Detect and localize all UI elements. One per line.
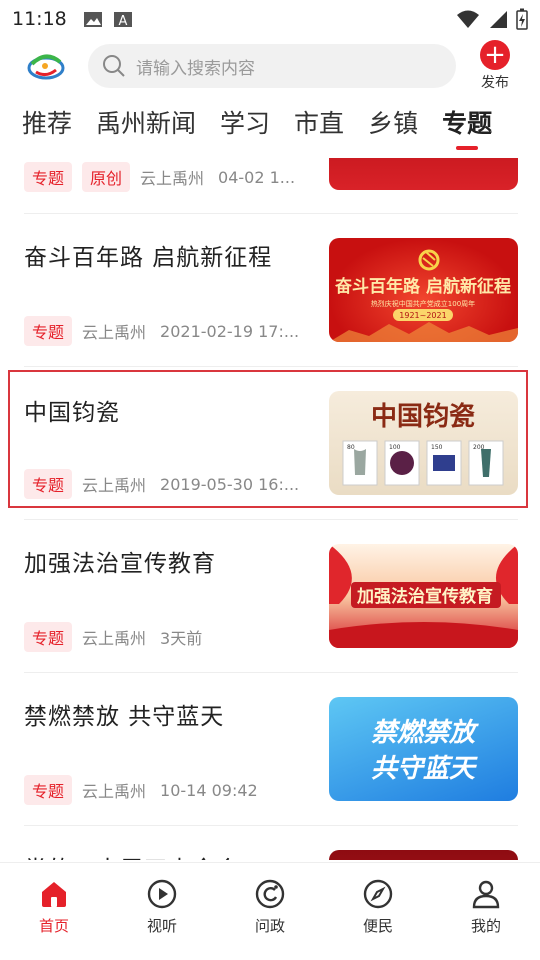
- home-icon: [42, 882, 66, 907]
- item-meta: 专题 云上禹州 2021-02-19 17:...: [24, 316, 299, 346]
- list-item[interactable]: 奋斗百年路 启航新征程 专题 云上禹州 2021-02-19 17:... 奋斗…: [24, 214, 518, 367]
- tab-label: 专题: [442, 109, 493, 138]
- image-notification-icon: [83, 11, 102, 27]
- a-notification-icon: A: [113, 11, 132, 28]
- tab-label: 禹州新闻: [96, 109, 197, 138]
- topic-tag: 专题: [24, 162, 73, 192]
- item-title: 禁燃禁放 共守蓝天: [24, 704, 225, 730]
- item-meta: 专题 云上禹州 3天前: [24, 622, 202, 652]
- item-title: 奋斗百年路 启航新征程: [24, 245, 273, 271]
- item-title: 加强法治宣传教育: [24, 551, 216, 577]
- tab-label: 学习: [220, 109, 271, 138]
- tab-city[interactable]: 市直: [294, 98, 344, 140]
- tab-recommend[interactable]: 推荐: [22, 98, 72, 140]
- item-time: 3天前: [160, 629, 203, 648]
- app-logo[interactable]: [26, 46, 66, 86]
- list-item[interactable]: 专题 原创 云上禹州 04-02 1...: [24, 158, 518, 214]
- nav-label: 我的: [470, 917, 501, 935]
- item-thumbnail: 禁燃禁放 共守蓝天: [329, 697, 518, 801]
- bottom-nav: 首页 视听 问政 便民 我的: [0, 862, 540, 960]
- nav-label: 问政: [254, 917, 285, 935]
- item-source: 云上禹州: [82, 629, 147, 648]
- nav-services[interactable]: 便民: [324, 863, 432, 960]
- item-meta: 专题 云上禹州 10-14 09:42: [24, 775, 258, 805]
- wifi-icon: [457, 10, 479, 28]
- nav-label: 首页: [38, 917, 69, 935]
- item-source: 云上禹州: [82, 782, 147, 801]
- topic-tag: 专题: [24, 316, 73, 346]
- nav-audiovisual[interactable]: 视听: [108, 863, 216, 960]
- signal-icon: [490, 11, 507, 28]
- tab-yuzhou-news[interactable]: 禹州新闻: [96, 98, 196, 140]
- tab-label: 市直: [294, 109, 345, 138]
- selection-highlight: [8, 370, 528, 508]
- publish-label: 发布: [481, 75, 509, 91]
- question-icon: [255, 879, 285, 909]
- active-tab-indicator: [456, 146, 479, 150]
- status-time: 11:18: [12, 8, 67, 30]
- svg-text:A: A: [118, 14, 127, 28]
- thumb-headline: 奋斗百年路 启航新征程: [334, 276, 511, 297]
- item-source: 云上禹州: [82, 323, 147, 342]
- search-icon: [103, 55, 125, 77]
- item-thumbnail: 奋斗百年路 启航新征程 热烈庆祝中国共产党成立100周年 1921~2021: [329, 238, 518, 342]
- original-tag: 原创: [82, 162, 131, 192]
- search-bar[interactable]: 请输入搜索内容: [88, 44, 456, 88]
- item-meta: 专题 原创 云上禹州 04-02 1...: [24, 162, 295, 192]
- thumb-headline-2: 共守蓝天: [371, 754, 478, 784]
- thumb-years: 1921~2021: [399, 311, 446, 320]
- item-time: 2021-02-19 17:...: [160, 321, 300, 341]
- play-icon: [147, 879, 177, 909]
- status-bar: 11:18 A: [0, 0, 540, 38]
- list-item[interactable]: 党的二十届四中全会: [24, 826, 518, 860]
- tab-label: 推荐: [22, 109, 73, 138]
- user-icon: [472, 880, 500, 909]
- item-title: 党的二十届四中全会: [24, 850, 240, 860]
- compass-icon: [363, 879, 393, 909]
- search-placeholder: 请输入搜索内容: [136, 58, 255, 79]
- item-thumbnail: [329, 850, 518, 860]
- item-thumbnail: 加强法治宣传教育: [329, 544, 518, 648]
- tab-study[interactable]: 学习: [220, 98, 270, 140]
- news-feed[interactable]: 专题 原创 云上禹州 04-02 1... 奋斗百年路 启航新征程 专题 云上禹…: [0, 158, 540, 860]
- plus-icon: +: [480, 40, 510, 70]
- list-item[interactable]: 禁燃禁放 共守蓝天 专题 云上禹州 10-14 09:42 禁燃禁放 共守蓝天: [24, 673, 518, 826]
- topic-tag: 专题: [24, 775, 73, 805]
- thumb-headline: 加强法治宣传教育: [356, 586, 493, 607]
- nav-inquiry[interactable]: 问政: [216, 863, 324, 960]
- publish-button[interactable]: + 发布: [480, 40, 510, 92]
- thumb-subtitle: 热烈庆祝中国共产党成立100周年: [371, 299, 475, 308]
- nav-label: 便民: [362, 917, 393, 935]
- channel-tabs: 推荐 禹州新闻 学习 市直 乡镇 专题: [0, 98, 540, 156]
- item-source: 云上禹州: [140, 169, 205, 188]
- nav-home[interactable]: 首页: [0, 863, 108, 960]
- list-item[interactable]: 加强法治宣传教育 专题 云上禹州 3天前 加强法治宣传教育: [24, 520, 518, 673]
- item-thumbnail: [329, 158, 518, 190]
- nav-profile[interactable]: 我的: [432, 863, 540, 960]
- topic-tag: 专题: [24, 622, 73, 652]
- thumb-headline-1: 禁燃禁放: [371, 718, 479, 748]
- top-header: 请输入搜索内容 + 发布: [0, 38, 540, 94]
- tab-township[interactable]: 乡镇: [368, 98, 418, 140]
- battery-icon: [516, 8, 528, 30]
- nav-label: 视听: [146, 917, 177, 935]
- tab-label: 乡镇: [368, 109, 419, 138]
- tab-topics[interactable]: 专题: [442, 98, 493, 150]
- item-time: 10-14 09:42: [160, 780, 258, 800]
- item-time: 04-02 1...: [218, 167, 296, 187]
